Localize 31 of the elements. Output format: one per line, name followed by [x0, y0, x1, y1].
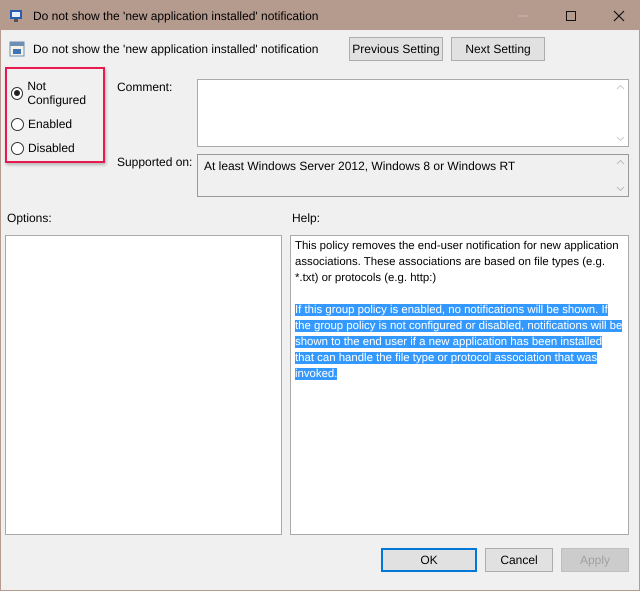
scroll-up-icon[interactable] [616, 84, 625, 90]
radio-option[interactable]: Not Configured [11, 79, 103, 107]
comment-label: Comment: [117, 79, 174, 96]
policy-icon [9, 8, 25, 22]
supported-on-label: Supported on: [117, 154, 194, 171]
window-title: Do not show the 'new application installed' notification [33, 8, 318, 22]
dialog-button[interactable]: Cancel [485, 548, 553, 572]
help-paragraph: If this group policy is enabled, no notifications will be shown. If the group policy is not configured or disabled, notifications will be shown to the end user if a new application has been installed that can handle the file type or protocol association that was invoked. [295, 303, 624, 382]
maximize-icon[interactable] [565, 10, 577, 22]
radio-option[interactable]: Enabled [11, 117, 103, 131]
policy-setting-icon [9, 41, 25, 57]
policy-title: Do not show the 'new application installed' notification [33, 42, 318, 56]
help-label: Help: [292, 211, 320, 227]
radio-button[interactable] [11, 86, 24, 100]
radio-label: Enabled [28, 117, 72, 131]
comment-field[interactable] [197, 79, 629, 147]
radio-button[interactable] [11, 118, 24, 130]
supported-on-text: At least Windows Server 2012, Windows 8 or Windows RT [203, 158, 516, 175]
dialog-button[interactable]: OK [381, 548, 477, 572]
options-label: Options: [6, 211, 53, 227]
scroll-down-icon[interactable] [616, 186, 625, 192]
scroll-up-icon[interactable] [616, 159, 625, 165]
scroll-down-icon[interactable] [616, 136, 625, 142]
help-paragraph: This policy removes the end-user notification for new application associations. These associations are based on file types (e.g. *.txt) or protocols (e.g. http:) [295, 239, 620, 286]
nav-button[interactable]: Previous Setting [349, 37, 443, 61]
radio-label: Not Configured [27, 79, 88, 107]
radio-label: Disabled [28, 141, 75, 155]
radio-button[interactable] [11, 142, 24, 154]
close-icon[interactable] [613, 10, 625, 22]
nav-button[interactable]: Next Setting [451, 37, 545, 61]
radio-option[interactable]: Disabled [11, 141, 103, 155]
